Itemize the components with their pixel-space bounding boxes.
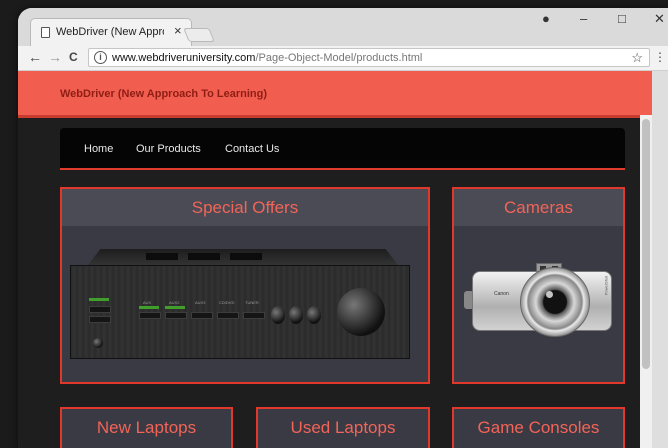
- url-text: www.webdriveruniversity.com/Page-Object-…: [112, 52, 423, 64]
- maximize-button[interactable]: □: [618, 11, 626, 27]
- page-content: WebDriver (New Approach To Learning) Hom…: [18, 71, 652, 448]
- amp-label: TUNER: [245, 300, 259, 305]
- camera-model-label: PowerShot: [603, 275, 609, 296]
- back-icon[interactable]: ←: [28, 49, 42, 65]
- nav-home[interactable]: Home: [84, 143, 113, 155]
- close-window-button[interactable]: ✕: [654, 11, 665, 27]
- camera-brand-label: Canon: [494, 291, 509, 297]
- browser-menu-icon[interactable]: ⋮: [654, 50, 666, 64]
- address-bar[interactable]: i www.webdriveruniversity.com/Page-Objec…: [88, 48, 650, 67]
- cameras-header: Cameras: [454, 189, 623, 226]
- tab-title: WebDriver (New Approa: [56, 26, 164, 38]
- amp-small-knob: [289, 306, 303, 324]
- camera-image: Canon PowerShot: [464, 263, 612, 339]
- forward-icon[interactable]: →: [48, 49, 62, 65]
- minimize-button[interactable]: –: [580, 11, 587, 27]
- main-navbar: Home Our Products Contact Us: [60, 128, 625, 170]
- browser-toolbar: ← → C i www.webdriveruniversity.com/Page…: [18, 46, 668, 71]
- tab-bar: WebDriver (New Approa × ● – □ ✕: [18, 8, 668, 46]
- amplifier-image: AUX AUX2 AUX3 CD/DVD TUNER: [70, 249, 410, 359]
- page-icon: [41, 27, 50, 38]
- amp-label: AUX2: [169, 300, 180, 305]
- bookmark-star-icon[interactable]: ☆: [631, 49, 643, 66]
- site-header: WebDriver (New Approach To Learning): [18, 71, 652, 118]
- amp-label: CD/DVD: [219, 300, 235, 305]
- site-title[interactable]: WebDriver (New Approach To Learning): [60, 88, 267, 100]
- page-scrollbar[interactable]: [640, 115, 652, 448]
- cameras-panel[interactable]: Cameras Canon PowerShot: [452, 187, 625, 384]
- tab-close-icon[interactable]: ×: [174, 23, 182, 39]
- amp-volume-knob: [337, 288, 385, 336]
- amp-small-knob: [271, 306, 285, 324]
- cameras-title: Cameras: [504, 198, 573, 217]
- browser-window: WebDriver (New Approa × ● – □ ✕ ← → C i …: [18, 8, 668, 448]
- special-offers-panel[interactable]: Special Offers AUX AUX2 AUX3 CD/DVD TUNE…: [60, 187, 430, 384]
- amp-label: AUX: [143, 300, 152, 305]
- reload-icon[interactable]: C: [69, 49, 78, 65]
- profile-icon[interactable]: ●: [542, 11, 550, 27]
- browser-tab[interactable]: WebDriver (New Approa ×: [30, 18, 192, 46]
- scrollbar-thumb[interactable]: [642, 119, 650, 369]
- amp-power-button: [93, 338, 103, 348]
- amp-small-knob: [307, 306, 321, 324]
- info-icon[interactable]: i: [94, 51, 107, 64]
- special-offers-header: Special Offers: [62, 189, 428, 226]
- amp-label: AUX3: [195, 300, 206, 305]
- special-offers-title: Special Offers: [191, 198, 299, 217]
- nav-contact-us[interactable]: Contact Us: [225, 143, 279, 155]
- nav-our-products[interactable]: Our Products: [136, 143, 201, 155]
- new-tab-button[interactable]: [183, 28, 215, 42]
